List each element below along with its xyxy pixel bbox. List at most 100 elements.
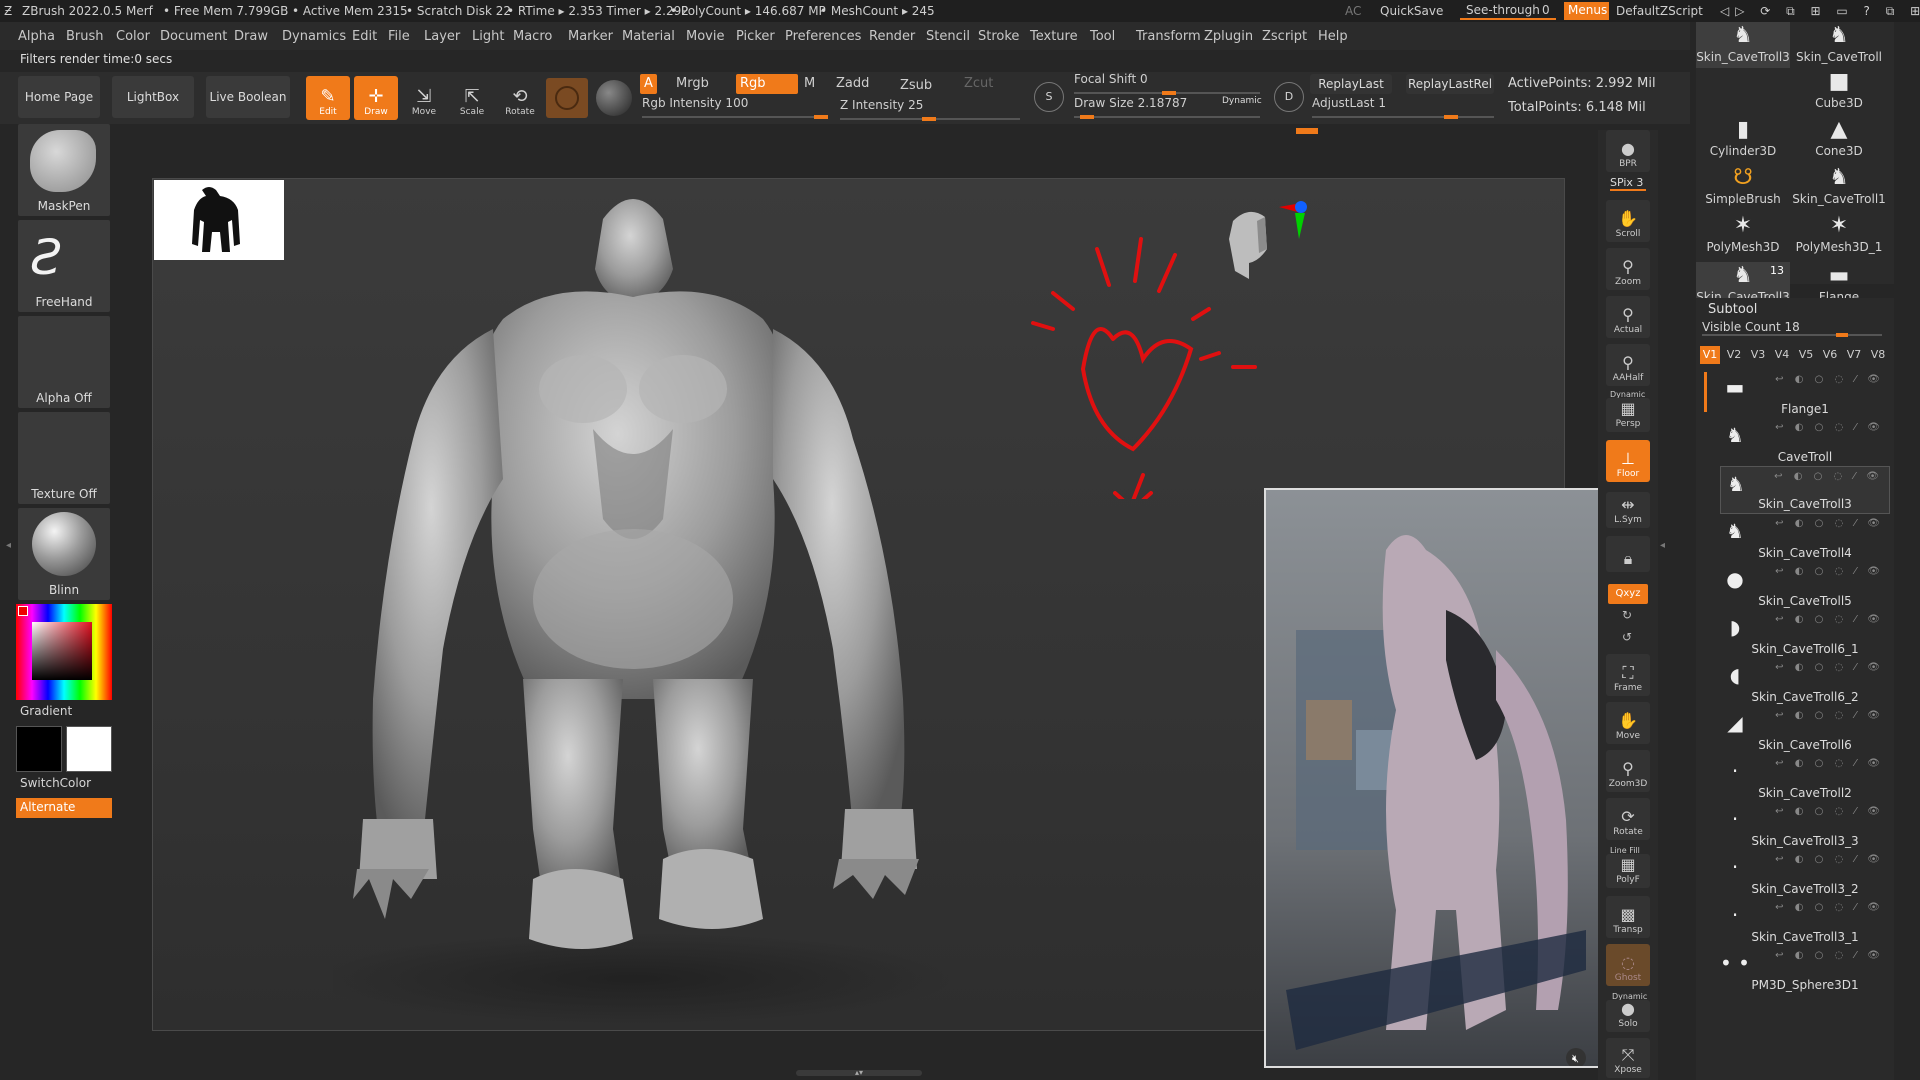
subtool-tab-v4[interactable]: V4 <box>1772 346 1792 364</box>
rgb-button[interactable]: Rgb <box>736 74 798 94</box>
lightbox-button[interactable]: LightBox <box>112 76 194 118</box>
subtool-tab-v8[interactable]: V8 <box>1868 346 1888 364</box>
menu-stroke[interactable]: Stroke <box>978 29 1019 44</box>
floor-button[interactable]: ⊥ Floor <box>1606 440 1650 482</box>
subtool-row-controls-icon[interactable]: ↩ ◐ ○ ◌ ⁄ 👁︎ <box>1775 566 1884 577</box>
scroll-button[interactable]: ✋ Scroll <box>1606 200 1650 242</box>
subtool-row-controls-icon[interactable]: ↩ ◐ ○ ◌ ⁄ 👁︎ <box>1775 422 1884 433</box>
material-slot[interactable]: Blinn <box>18 508 110 600</box>
subtool-tab-v6[interactable]: V6 <box>1820 346 1840 364</box>
zoom-button[interactable]: ⚲ Zoom <box>1606 248 1650 290</box>
menu-dynamics[interactable]: Dynamics <box>282 29 346 44</box>
bottom-tray-handle[interactable]: ▴▾ <box>796 1069 922 1077</box>
menu-zscript[interactable]: Zscript <box>1262 29 1307 44</box>
menu-texture[interactable]: Texture <box>1030 29 1078 44</box>
subtool-tab-v5[interactable]: V5 <box>1796 346 1816 364</box>
subtool-row-controls-icon[interactable]: ↩ ◐ ○ ◌ ⁄ 👁︎ <box>1774 471 1883 482</box>
subtool-row[interactable]: ▬ ↩ ◐ ○ ◌ ⁄ 👁︎ Flange1 <box>1720 370 1890 418</box>
subtool-row[interactable]: ♞ ↩ ◐ ○ ◌ ⁄ 👁︎ CaveTroll <box>1720 418 1890 466</box>
lock-button[interactable]: 🔒︎ <box>1606 536 1650 572</box>
transp-button[interactable]: ▩ Transp <box>1606 896 1650 938</box>
alpha-slot[interactable]: Alpha Off <box>18 316 110 408</box>
tool-tile[interactable]: ▮ Cylinder3D <box>1696 116 1790 162</box>
local-symmetry-button[interactable]: ⇹ L.Sym <box>1606 492 1650 528</box>
menu-transform[interactable]: Transform <box>1136 29 1201 44</box>
mrgb-button[interactable]: Mrgb <box>672 74 713 94</box>
subtool-row[interactable]: ◗ ↩ ◐ ○ ◌ ⁄ 👁︎ Skin_CaveTroll6_1 <box>1720 610 1890 658</box>
m-button[interactable]: M <box>800 74 819 94</box>
dots-d-icon[interactable]: D <box>1274 82 1304 112</box>
zadd-button[interactable]: Zadd <box>832 74 873 94</box>
subtool-tab-v2[interactable]: V2 <box>1724 346 1744 364</box>
persp-button[interactable]: ▦ Persp <box>1606 398 1650 432</box>
menu-alpha[interactable]: Alpha <box>18 29 55 44</box>
frame-button[interactable]: ⛶ Frame <box>1606 654 1650 696</box>
menu-movie[interactable]: Movie <box>686 29 724 44</box>
window-controls-icon[interactable]: ◁▷ ⟳ ⧉ ⊞ ▭ ? ⧉ ⊞ ─ ▢ ✕ <box>1720 4 1920 19</box>
menu-brush[interactable]: Brush <box>66 29 104 44</box>
subtool-tab-v7[interactable]: V7 <box>1844 346 1864 364</box>
subtool-row[interactable]: • • ↩ ◐ ○ ◌ ⁄ 👁︎ PM3D_Sphere3D1 <box>1720 946 1890 994</box>
menu-preferences[interactable]: Preferences <box>785 29 861 44</box>
stroke-slot[interactable]: Ƨ FreeHand <box>18 220 110 312</box>
subtool-row-controls-icon[interactable]: ↩ ◐ ○ ◌ ⁄ 👁︎ <box>1775 950 1884 961</box>
z-intensity-slider[interactable]: Z Intensity 25 <box>840 98 1020 121</box>
right-tray-collapse-icon[interactable]: ◂ <box>1660 540 1665 551</box>
subtool-row-controls-icon[interactable]: ↩ ◐ ○ ◌ ⁄ 👁︎ <box>1775 662 1884 673</box>
ghost-button[interactable]: ◌ Ghost <box>1606 944 1650 986</box>
tool-tile[interactable]: ♞ Skin_CaveTroll1 <box>1792 164 1886 210</box>
rgb-intensity-slider[interactable]: Rgb Intensity 100 <box>642 96 828 119</box>
actual-button[interactable]: ⚲ Actual <box>1606 296 1650 338</box>
live-boolean-button[interactable]: Live Boolean <box>206 76 290 118</box>
subtool-row[interactable]: ● ↩ ◐ ○ ◌ ⁄ 👁︎ Skin_CaveTroll5 <box>1720 562 1890 610</box>
draw-button[interactable]: ✛ Draw <box>354 76 398 120</box>
tool-tile[interactable]: ♞ Skin_CaveTroll <box>1792 22 1886 68</box>
mute-icon[interactable]: 🔇︎ <box>1572 1052 1579 1066</box>
replay-last-button[interactable]: ReplayLast <box>1310 74 1392 94</box>
menu-render[interactable]: Render <box>869 29 915 44</box>
see-through-slider[interactable]: See-through 0 <box>1460 2 1556 20</box>
menu-file[interactable]: File <box>388 29 410 44</box>
menu-layer[interactable]: Layer <box>424 29 460 44</box>
menu-tool[interactable]: Tool <box>1090 29 1115 44</box>
menu-picker[interactable]: Picker <box>736 29 775 44</box>
zoom3d-button[interactable]: ⚲ Zoom3D <box>1606 750 1650 792</box>
menu-stencil[interactable]: Stencil <box>926 29 970 44</box>
tool-tile[interactable]: ✶ PolyMesh3D <box>1696 212 1790 258</box>
spix-slider[interactable]: SPix 3 <box>1610 176 1646 191</box>
subtool-scroll-indicator[interactable] <box>1704 372 1707 412</box>
left-tray-collapse-icon[interactable]: ◂ <box>6 540 12 560</box>
brush-slot[interactable]: MaskPen <box>18 124 110 216</box>
switchcolor-button[interactable]: SwitchColor <box>20 776 91 790</box>
secondary-color-swatch[interactable] <box>66 726 112 772</box>
subtool-tab-v3[interactable]: V3 <box>1748 346 1768 364</box>
tool-tile[interactable]: ✶ PolyMesh3D_1 <box>1792 212 1886 258</box>
color-picker-square[interactable] <box>32 622 92 680</box>
subtool-row[interactable]: · ↩ ◐ ○ ◌ ⁄ 👁︎ Skin_CaveTroll3_1 <box>1720 898 1890 946</box>
default-zscript-button[interactable]: DefaultZScript <box>1616 4 1703 18</box>
visible-count-slider[interactable]: Visible Count 18 <box>1702 320 1882 337</box>
menu-draw[interactable]: Draw <box>234 29 268 44</box>
subtool-row[interactable]: · ↩ ◐ ○ ◌ ⁄ 👁︎ Skin_CaveTroll3_2 <box>1720 850 1890 898</box>
polyf-button[interactable]: ▦ PolyF <box>1606 854 1650 888</box>
subtool-row-controls-icon[interactable]: ↩ ◐ ○ ◌ ⁄ 👁︎ <box>1775 518 1884 529</box>
menu-color[interactable]: Color <box>116 29 150 44</box>
solo-button[interactable]: ● Solo <box>1606 999 1650 1032</box>
toolbar-scroll-marker[interactable] <box>1296 128 1318 134</box>
menu-light[interactable]: Light <box>472 29 504 44</box>
subtool-row[interactable]: ◖ ↩ ◐ ○ ◌ ⁄ 👁︎ Skin_CaveTroll6_2 <box>1720 658 1890 706</box>
material-sphere-button[interactable] <box>546 78 588 118</box>
subtool-row-controls-icon[interactable]: ↩ ◐ ○ ◌ ⁄ 👁︎ <box>1775 710 1884 721</box>
texture-slot[interactable]: Texture Off <box>18 412 110 504</box>
menu-macro[interactable]: Macro <box>513 29 552 44</box>
rotate-button[interactable]: ⟲ Rotate <box>498 76 542 120</box>
subtool-row-controls-icon[interactable]: ↩ ◐ ○ ◌ ⁄ 👁︎ <box>1775 374 1884 385</box>
subtool-row-controls-icon[interactable]: ↩ ◐ ○ ◌ ⁄ 👁︎ <box>1775 854 1884 865</box>
subtool-row-controls-icon[interactable]: ↩ ◐ ○ ◌ ⁄ 👁︎ <box>1775 806 1884 817</box>
aahalf-button[interactable]: ⚲ AAHalf <box>1606 344 1650 386</box>
subtool-tab-v1[interactable]: V1 <box>1700 346 1720 364</box>
tool-tile[interactable]: ▲ Cone3D <box>1792 116 1886 162</box>
move-button[interactable]: ⇲ Move <box>402 76 446 120</box>
subtool-row[interactable]: · ↩ ◐ ○ ◌ ⁄ 👁︎ Skin_CaveTroll2 <box>1720 754 1890 802</box>
dynamic-toggle[interactable]: Dynamic <box>1222 96 1262 106</box>
